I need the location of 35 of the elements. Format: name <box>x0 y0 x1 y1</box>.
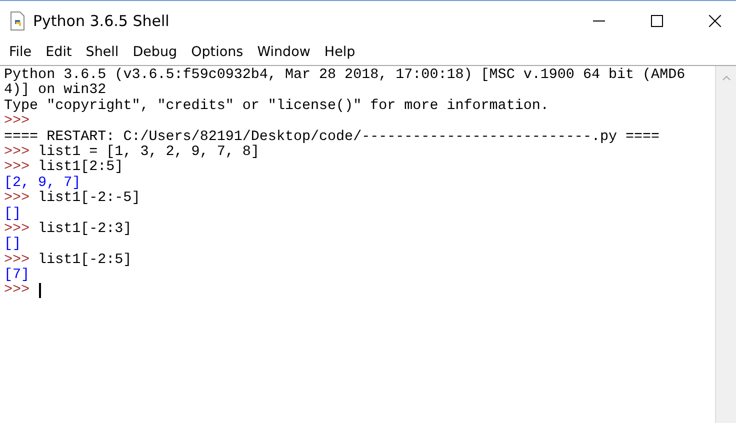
console-output: Type "copyright", "credits" or "license()" for more information. <box>4 98 549 114</box>
prompt-marker: >>> <box>4 191 30 206</box>
menu-item[interactable]: File <box>4 44 37 60</box>
prompt-marker: >>> <box>4 160 30 176</box>
menu-item[interactable]: Shell <box>80 44 124 60</box>
result-output: [] <box>4 237 22 253</box>
menu-item[interactable]: Window <box>252 44 316 60</box>
text-cursor <box>38 283 41 298</box>
code-text: list1[2:5] <box>38 160 124 176</box>
scroll-up-icon[interactable] <box>722 75 730 81</box>
prompt-marker: >>> <box>4 283 30 299</box>
python-file-icon <box>9 11 27 31</box>
prompt-marker: >>> <box>4 222 30 237</box>
prompt-marker: >>> <box>4 252 30 268</box>
window-title: Python 3.6.5 Shell <box>33 12 170 30</box>
result-output: [2, 9, 7] <box>4 176 81 191</box>
menu-item[interactable]: Options <box>186 44 248 60</box>
code-text: list1[-2:5] <box>38 252 132 268</box>
menu-item[interactable]: Help <box>319 44 360 60</box>
prompt-marker: >>> <box>4 114 30 130</box>
menu-item[interactable]: Debug <box>128 44 182 60</box>
maximize-icon <box>650 15 662 27</box>
code-text: list1[-2:3] <box>38 222 132 238</box>
close-icon <box>708 15 720 27</box>
console-output: Python 3.6.5 (v3.6.5:f59c0932b4, Mar 28 2018, 17:00:18) [MSC v.1900 64 bit (AMD6 <box>4 68 686 83</box>
menu-item[interactable]: Edit <box>40 44 77 60</box>
scrollbar[interactable] <box>715 66 736 423</box>
result-output: [7] <box>4 268 30 284</box>
console-output: ==== RESTART: C:/Users/82191/Desktop/code/---------------------------.py ==== <box>4 130 660 145</box>
result-output: [] <box>4 206 22 222</box>
minimize-icon <box>592 20 604 22</box>
code-text: list1[-2:-5] <box>38 191 140 207</box>
code-text: list1 = [1, 3, 2, 9, 7, 8] <box>38 144 260 160</box>
prompt-marker: >>> <box>4 144 30 160</box>
console-output: 4)] on win32 <box>4 83 106 98</box>
